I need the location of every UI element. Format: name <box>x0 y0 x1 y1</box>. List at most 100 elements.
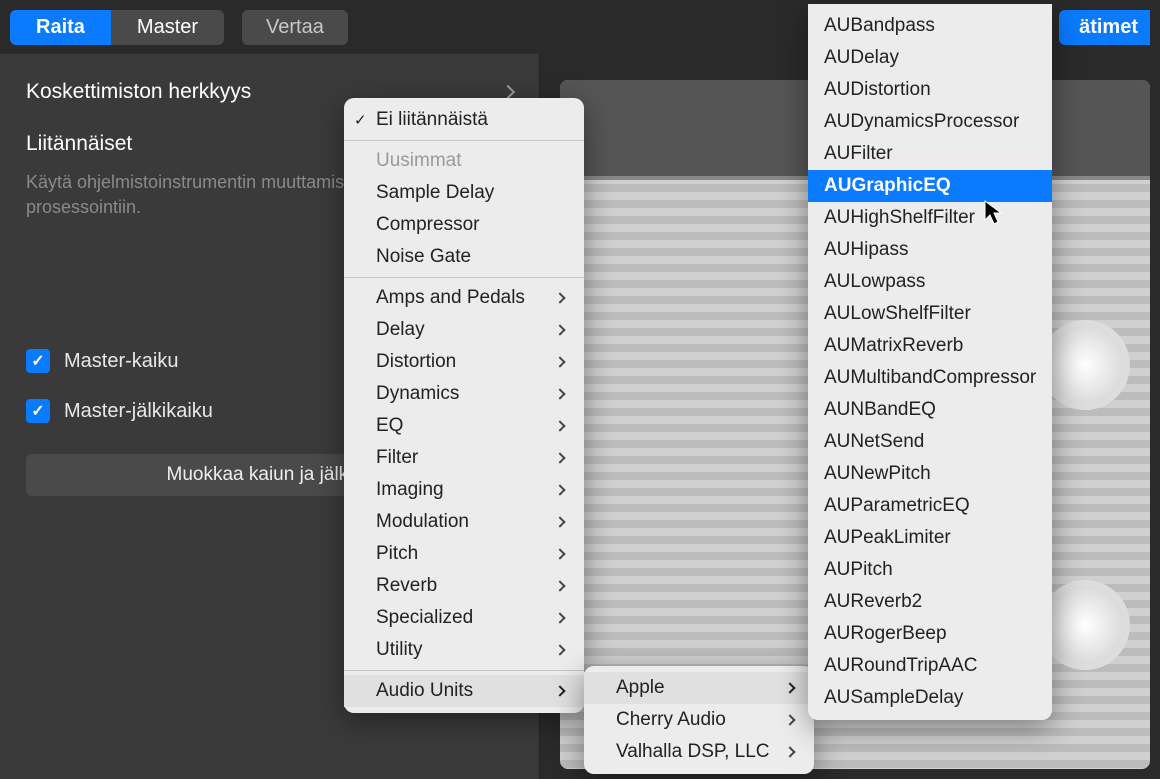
menu-item-au-plugin[interactable]: AUDistortion <box>808 74 1052 106</box>
menu-item-au-plugin[interactable]: AUPitch <box>808 554 1052 586</box>
menu-item-label: AUNewPitch <box>824 463 931 485</box>
knob-icon <box>1040 580 1130 670</box>
menu-item-category[interactable]: Delay <box>344 314 584 346</box>
menu-item-au-plugin[interactable]: AUDelay <box>808 42 1052 74</box>
menu-item-label: Reverb <box>376 575 437 597</box>
au-manufacturer-menu: Apple Cherry Audio Valhalla DSP, LLC <box>584 666 814 774</box>
master-echo-label: Master-kaiku <box>64 350 178 373</box>
menu-item-label: AUGraphicEQ <box>824 175 951 197</box>
menu-item-no-plugin[interactable]: ✓ Ei liitännäistä <box>344 104 584 136</box>
menu-item-label: Dynamics <box>376 383 459 405</box>
menu-item-label: AUHipass <box>824 239 908 261</box>
menu-item-category[interactable]: Distortion <box>344 346 584 378</box>
menu-item-category[interactable]: Dynamics <box>344 378 584 410</box>
chevron-right-icon <box>554 548 565 559</box>
menu-item-category[interactable]: Filter <box>344 442 584 474</box>
master-reverb-checkbox[interactable]: ✓ <box>26 399 50 423</box>
menu-item-manufacturer[interactable]: Valhalla DSP, LLC <box>584 736 814 768</box>
menu-item-label: AUPitch <box>824 559 893 581</box>
menu-item-category[interactable]: EQ <box>344 410 584 442</box>
menu-item-label: AUSampleDelay <box>824 687 963 709</box>
tab-master[interactable]: Master <box>111 10 224 45</box>
plugin-menu: ✓ Ei liitännäistä Uusimmat Sample Delay C… <box>344 98 584 713</box>
menu-item-label: AUDelay <box>824 47 899 69</box>
menu-item-category[interactable]: Reverb <box>344 570 584 602</box>
menu-item-label: Specialized <box>376 607 473 629</box>
menu-item-category[interactable]: Imaging <box>344 474 584 506</box>
menu-item-au-plugin[interactable]: AUHipass <box>808 234 1052 266</box>
menu-item-label: Compressor <box>376 214 479 236</box>
menu-item-au-plugin[interactable]: AUReverb2 <box>808 586 1052 618</box>
compare-button[interactable]: Vertaa <box>242 10 348 45</box>
menu-item-label: AUParametricEQ <box>824 495 970 517</box>
chevron-right-icon <box>554 644 565 655</box>
chevron-right-icon <box>784 682 795 693</box>
menu-item-au-plugin[interactable]: AUNetSend <box>808 426 1052 458</box>
keyboard-sensitivity-label: Koskettimiston herkkyys <box>26 80 251 104</box>
menu-item-label: AUReverb2 <box>824 591 922 613</box>
menu-item-au-plugin[interactable]: AURogerBeep <box>808 618 1052 650</box>
chevron-right-icon <box>554 612 565 623</box>
menu-item-label: Imaging <box>376 479 444 501</box>
master-reverb-label: Master-jälkikaiku <box>64 400 213 423</box>
apple-au-menu: AUBandpass AUDelay AUDistortionAUDynamicsP… <box>808 4 1052 720</box>
menu-item-category[interactable]: Pitch <box>344 538 584 570</box>
menu-item-label: AUMatrixReverb <box>824 335 963 357</box>
menu-item-label: EQ <box>376 415 403 437</box>
menu-item-audio-units[interactable]: Audio Units <box>344 675 584 707</box>
menu-item-label: Pitch <box>376 543 418 565</box>
menu-item-label: AULowShelfFilter <box>824 303 971 325</box>
menu-item-label: Amps and Pedals <box>376 287 525 309</box>
chevron-right-icon <box>554 452 565 463</box>
menu-item-label: AURoundTripAAC <box>824 655 977 677</box>
menu-item-recent[interactable]: Noise Gate <box>344 241 584 273</box>
menu-item-category[interactable]: Amps and Pedals <box>344 282 584 314</box>
menu-item-au-plugin[interactable]: AUNBandEQ <box>808 394 1052 426</box>
menu-item-label: Sample Delay <box>376 182 494 204</box>
menu-item-au-plugin[interactable]: AUParametricEQ <box>808 490 1052 522</box>
chevron-right-icon <box>554 356 565 367</box>
menu-item-au-plugin[interactable]: AUSampleDelay <box>808 682 1052 714</box>
menu-item-category[interactable]: Specialized <box>344 602 584 634</box>
menu-item-label: Ei liitännäistä <box>376 109 488 131</box>
track-master-segmented: Raita Master <box>10 10 224 45</box>
menu-item-label: Audio Units <box>376 680 473 702</box>
chevron-right-icon <box>554 516 565 527</box>
menu-item-label: AUNBandEQ <box>824 399 936 421</box>
menu-item-manufacturer[interactable]: Apple <box>584 672 814 704</box>
chevron-right-icon <box>784 746 795 757</box>
menu-item-recent[interactable]: Sample Delay <box>344 177 584 209</box>
controls-button[interactable]: ätimet <box>1059 10 1150 45</box>
menu-item-category[interactable]: Utility <box>344 634 584 666</box>
menu-item-au-plugin[interactable]: AUBandpass <box>808 10 1052 42</box>
menu-item-recent[interactable]: Compressor <box>344 209 584 241</box>
menu-item-au-plugin[interactable]: AUNewPitch <box>808 458 1052 490</box>
menu-item-label: Modulation <box>376 511 469 533</box>
chevron-right-icon <box>554 685 565 696</box>
tab-raita[interactable]: Raita <box>10 10 111 45</box>
menu-item-label: AULowpass <box>824 271 925 293</box>
menu-recent-header: Uusimmat <box>344 145 584 177</box>
master-echo-checkbox[interactable]: ✓ <box>26 349 50 373</box>
menu-item-au-plugin[interactable]: AUFilter <box>808 138 1052 170</box>
menu-item-category[interactable]: Modulation <box>344 506 584 538</box>
menu-item-label: Apple <box>616 677 665 699</box>
menu-item-au-plugin[interactable]: AUGraphicEQ <box>808 170 1052 202</box>
menu-item-label: AUPeakLimiter <box>824 527 951 549</box>
menu-item-label: Distortion <box>376 351 456 373</box>
menu-item-au-plugin[interactable]: AURoundTripAAC <box>808 650 1052 682</box>
menu-item-au-plugin[interactable]: AUDynamicsProcessor <box>808 106 1052 138</box>
menu-item-label: Delay <box>376 319 425 341</box>
menu-item-label: AUBandpass <box>824 15 935 37</box>
knob-icon <box>1040 320 1130 410</box>
menu-item-au-plugin[interactable]: AULowpass <box>808 266 1052 298</box>
menu-item-au-plugin[interactable]: AULowShelfFilter <box>808 298 1052 330</box>
menu-item-label: Cherry Audio <box>616 709 726 731</box>
menu-item-manufacturer[interactable]: Cherry Audio <box>584 704 814 736</box>
menu-item-au-plugin[interactable]: AUMatrixReverb <box>808 330 1052 362</box>
menu-item-au-plugin[interactable]: AUMultibandCompressor <box>808 362 1052 394</box>
menu-item-label: AUMultibandCompressor <box>824 367 1036 389</box>
check-icon: ✓ <box>354 111 367 129</box>
menu-item-au-plugin[interactable]: AUPeakLimiter <box>808 522 1052 554</box>
menu-item-au-plugin[interactable]: AUHighShelfFilter <box>808 202 1052 234</box>
